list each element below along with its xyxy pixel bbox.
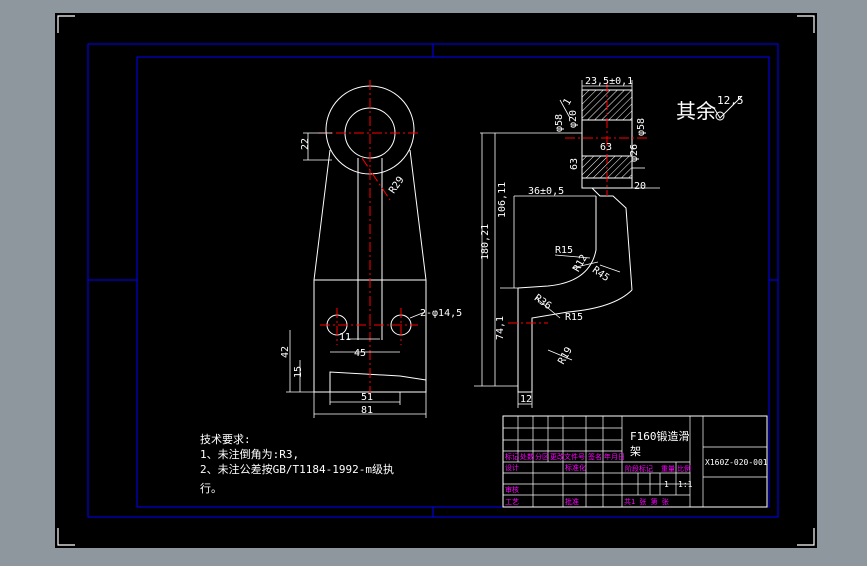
dim-42: 42 — [280, 346, 291, 358]
dim-phi58-right: φ58 — [636, 118, 647, 136]
tb-std: 标准化 — [565, 463, 586, 472]
tb-sheet: 共1 张 第 张 — [624, 497, 669, 506]
dim-20: 20 — [634, 181, 646, 192]
dim-22: 22 — [300, 138, 311, 150]
dim-11: 11 — [339, 332, 351, 343]
dim-63-left: 63 — [569, 158, 580, 170]
drawing-canvas: 22 R29 42 15 11 45 51 81 2-φ14,5 23,5±0,… — [55, 13, 817, 548]
dim-15: 15 — [293, 366, 304, 378]
dim-top-width: 23,5±0,1 — [585, 76, 633, 87]
tb-part-name-1: F160锻造滑 — [630, 429, 690, 443]
dim-81: 81 — [361, 405, 373, 416]
tb-col-6: 年月日 — [604, 452, 625, 461]
tb-col-5: 签名 — [588, 452, 602, 461]
dim-phi58-left: φ58 — [554, 114, 565, 132]
tb-quantity: 1 — [664, 480, 669, 489]
dim-45: 45 — [354, 348, 366, 359]
tb-scale: 1:1 — [678, 480, 693, 489]
dim-12: 12 — [520, 394, 532, 405]
dim-phi20: φ20 — [568, 110, 579, 128]
tb-weight: 重量 — [661, 465, 675, 473]
tb-code: X160Z-020-001 — [705, 458, 768, 467]
tb-stage: 阶段标记 — [625, 464, 653, 473]
dim-phi26: φ26 — [629, 144, 640, 162]
notes-line-1: 1、未注倒角为:R3, — [200, 447, 299, 461]
tb-col-2: 处数 — [520, 452, 534, 461]
cad-viewport: 22 R29 42 15 11 45 51 81 2-φ14,5 23,5±0,… — [0, 0, 867, 562]
tb-col-4: 更改文件号 — [550, 452, 585, 461]
finish-value: 12,5 — [717, 94, 744, 107]
dim-36: 36±0,5 — [528, 186, 564, 197]
notes-line-2: 2、未注公差按GB/T1184-1992-m级执 — [200, 462, 394, 476]
dim-r15b: R15 — [565, 312, 583, 323]
notes-heading: 技术要求: — [200, 433, 251, 446]
dim-74: 74,1 — [495, 316, 506, 340]
dim-180: 180,21 — [480, 224, 491, 260]
finish-label: 其余 — [676, 99, 716, 123]
dim-51: 51 — [361, 392, 373, 403]
dim-106: 106,11 — [497, 182, 508, 218]
tb-scale-label: 比例 — [677, 464, 691, 473]
tb-col-3: 分区 — [535, 452, 549, 461]
tb-col-1: 标记 — [505, 452, 519, 461]
tb-approve: 批准 — [565, 497, 579, 506]
tb-row-design: 设计 — [505, 463, 519, 472]
dim-r15: R15 — [555, 245, 573, 256]
tb-row-process: 工艺 — [505, 498, 519, 506]
tb-row-review: 审核 — [505, 485, 519, 494]
dim-hole: 2-φ14,5 — [420, 308, 462, 319]
dim-63-right: 63 — [600, 142, 612, 153]
notes-line-3: 行。 — [200, 482, 222, 495]
tb-part-name-2: 架 — [630, 445, 641, 458]
